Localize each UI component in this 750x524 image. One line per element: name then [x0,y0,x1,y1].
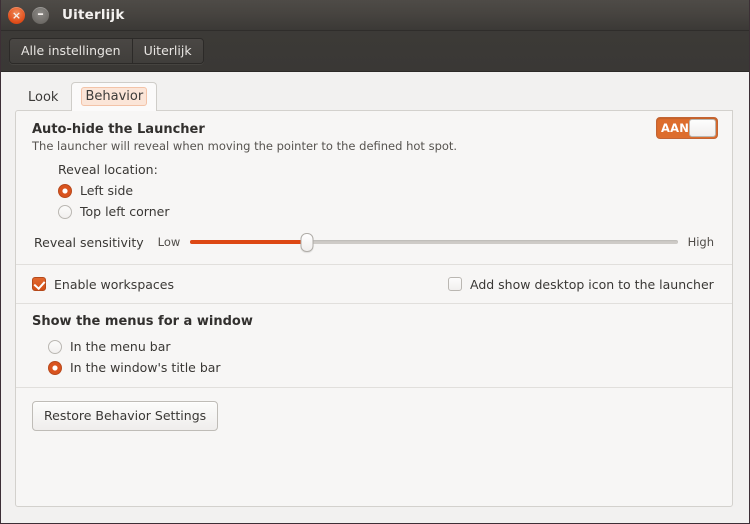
behavior-panel: Auto-hide the Launcher The launcher will… [15,110,733,507]
tab-look[interactable]: Look [15,84,71,111]
sensitivity-low-label: Low [157,235,181,249]
current-panel-button[interactable]: Uiterlijk [131,39,203,63]
radio-left-side[interactable]: Left side [58,180,716,201]
checkbox-show-desktop-icon[interactable]: Add show desktop icon to the launcher [447,276,714,292]
checkbox-enable-workspaces-label: Enable workspaces [54,276,174,292]
reveal-sensitivity-row: Reveal sensitivity Low High [32,230,716,254]
radio-top-left-corner[interactable]: Top left corner [58,201,716,222]
reveal-location-group: Reveal location: Left side Top left corn… [32,162,716,222]
slider-handle[interactable] [300,232,314,252]
autohide-toggle-label: AAN [661,121,690,135]
radio-in-menu-bar-label: In the menu bar [70,339,171,354]
tab-behavior[interactable]: Behavior [71,82,158,111]
tab-strip: Look Behavior [15,82,749,111]
checkbox-show-desktop-icon-label: Add show desktop icon to the launcher [469,276,714,292]
menus-options: In the menu bar In the window's title ba… [32,336,716,378]
all-settings-button[interactable]: Alle instellingen [10,39,132,63]
slider-fill [190,240,308,244]
autohide-description: The launcher will reveal when moving the… [32,139,458,153]
reveal-sensitivity-label: Reveal sensitivity [34,234,144,250]
menus-title: Show the menus for a window [32,314,253,329]
radio-top-left-corner-icon [58,204,72,219]
toolbar: Alle instellingen Uiterlijk [1,31,749,72]
tab-behavior-label: Behavior [81,87,148,106]
reveal-sensitivity-slider[interactable] [190,232,678,252]
radio-in-menu-bar[interactable]: In the menu bar [48,336,716,357]
tabs-area: Look Behavior [1,72,749,111]
radio-in-title-bar-label: In the window's title bar [70,360,221,375]
menus-section: Show the menus for a window In the menu … [16,304,732,387]
radio-in-title-bar-icon [48,360,62,375]
reveal-location-label: Reveal location: [58,162,158,177]
autohide-title: Auto-hide the Launcher [32,122,205,137]
radio-top-left-corner-label: Top left corner [80,204,170,219]
checkbox-enable-workspaces[interactable]: Enable workspaces [32,277,174,292]
appearance-window: × – Uiterlijk Alle instellingen Uiterlij… [0,0,750,524]
minimize-icon: – [37,6,44,22]
title-bar: × – Uiterlijk [1,0,749,31]
radio-in-menu-bar-icon [48,339,62,354]
sensitivity-high-label: High [687,235,714,249]
radio-in-title-bar[interactable]: In the window's title bar [48,357,716,378]
window-title: Uiterlijk [62,7,125,23]
breadcrumb: Alle instellingen Uiterlijk [9,38,204,64]
toggle-knob [689,119,716,137]
autohide-toggle[interactable]: AAN [656,117,718,139]
checkbox-section: Enable workspaces Add show desktop icon … [16,265,732,303]
restore-behavior-settings-button[interactable]: Restore Behavior Settings [32,401,219,431]
radio-left-side-label: Left side [80,183,134,198]
tab-look-label: Look [28,90,59,105]
checkbox-show-desktop-icon-icon [447,277,462,291]
minimize-button[interactable]: – [32,6,49,24]
close-button[interactable]: × [8,6,25,24]
checkbox-enable-workspaces-icon [32,277,46,291]
autohide-section: Auto-hide the Launcher The launcher will… [16,111,732,254]
radio-left-side-icon [58,183,72,198]
close-icon: × [11,8,22,22]
restore-section: Restore Behavior Settings [16,388,732,444]
